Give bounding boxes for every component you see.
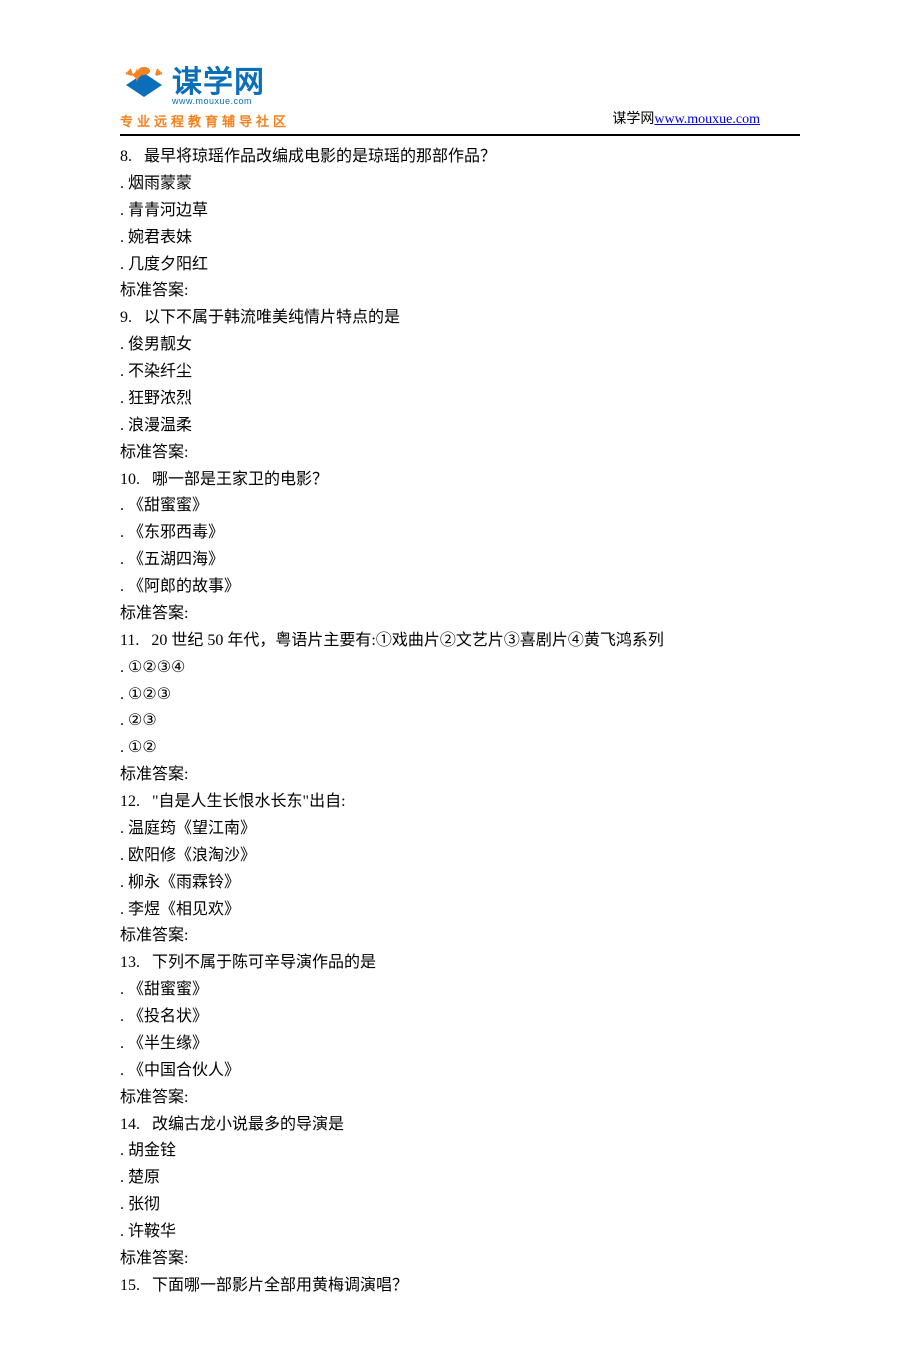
- option-item: 几度夕阳红: [120, 252, 800, 279]
- question-text: 14. 改编古龙小说最多的导演是: [120, 1112, 800, 1139]
- option-item: 楚原: [120, 1165, 800, 1192]
- question-text: 10. 哪一部是王家卫的电影？: [120, 467, 800, 494]
- option-item: ①②③④: [120, 655, 800, 682]
- question-text: 8. 最早将琼瑶作品改编成电影的是琼瑶的那部作品？: [120, 144, 800, 171]
- option-item: ①②③: [120, 682, 800, 709]
- question-text: 12. "自是人生长恨水长东"出自:: [120, 789, 800, 816]
- option-item: 俊男靓女: [120, 332, 800, 359]
- question-list: 8. 最早将琼瑶作品改编成电影的是琼瑶的那部作品？烟雨蒙蒙青青河边草婉君表妹几度…: [120, 144, 800, 1300]
- option-item: 《五湖四海》: [120, 547, 800, 574]
- question-text: 11. 20 世纪 50 年代，粤语片主要有:①戏曲片②文艺片③喜剧片④黄飞鸿系…: [120, 628, 800, 655]
- option-item: 胡金铨: [120, 1138, 800, 1165]
- option-item: 温庭筠《望江南》: [120, 816, 800, 843]
- question-text: 15. 下面哪一部影片全部用黄梅调演唱？: [120, 1273, 800, 1300]
- option-item: 《投名状》: [120, 1004, 800, 1031]
- answer-label: 标准答案:: [120, 923, 800, 950]
- question-text: 9. 以下不属于韩流唯美纯情片特点的是: [120, 305, 800, 332]
- option-item: 不染纤尘: [120, 359, 800, 386]
- answer-label: 标准答案:: [120, 440, 800, 467]
- option-item: 婉君表妹: [120, 225, 800, 252]
- option-item: ②③: [120, 708, 800, 735]
- logo: 谋学网 www.mouxue.com 专业远程教育辅导社区: [120, 67, 290, 130]
- option-item: 烟雨蒙蒙: [120, 171, 800, 198]
- page-header: 谋学网 www.mouxue.com 专业远程教育辅导社区 谋学网www.mou…: [120, 60, 800, 130]
- site-link[interactable]: www.mouxue.com: [654, 112, 760, 127]
- answer-label: 标准答案:: [120, 601, 800, 628]
- answer-label: 标准答案:: [120, 762, 800, 789]
- option-item: 柳永《雨霖铃》: [120, 870, 800, 897]
- option-item: 浪漫温柔: [120, 413, 800, 440]
- option-item: 狂野浓烈: [120, 386, 800, 413]
- logo-url-small: www.mouxue.com: [172, 96, 265, 106]
- answer-label: 标准答案:: [120, 1246, 800, 1273]
- logo-icon: [120, 67, 168, 107]
- site-reference: 谋学网www.mouxue.com: [612, 108, 800, 130]
- option-item: 《甜蜜蜜》: [120, 977, 800, 1004]
- option-item: 《半生缘》: [120, 1031, 800, 1058]
- option-item: 《阿郎的故事》: [120, 574, 800, 601]
- divider: [120, 134, 800, 136]
- option-item: 《中国合伙人》: [120, 1058, 800, 1085]
- logo-subtitle: 专业远程教育辅导社区: [120, 111, 290, 130]
- option-item: 《东邪西毒》: [120, 520, 800, 547]
- option-item: ①②: [120, 735, 800, 762]
- option-item: 许鞍华: [120, 1219, 800, 1246]
- question-text: 13. 下列不属于陈可辛导演作品的是: [120, 950, 800, 977]
- option-item: 李煜《相见欢》: [120, 897, 800, 924]
- answer-label: 标准答案:: [120, 278, 800, 305]
- site-label: 谋学网: [612, 112, 654, 127]
- option-item: 欧阳修《浪淘沙》: [120, 843, 800, 870]
- logo-text: 谋学网: [172, 68, 265, 98]
- option-item: 《甜蜜蜜》: [120, 493, 800, 520]
- option-item: 青青河边草: [120, 198, 800, 225]
- answer-label: 标准答案:: [120, 1085, 800, 1112]
- option-item: 张彻: [120, 1192, 800, 1219]
